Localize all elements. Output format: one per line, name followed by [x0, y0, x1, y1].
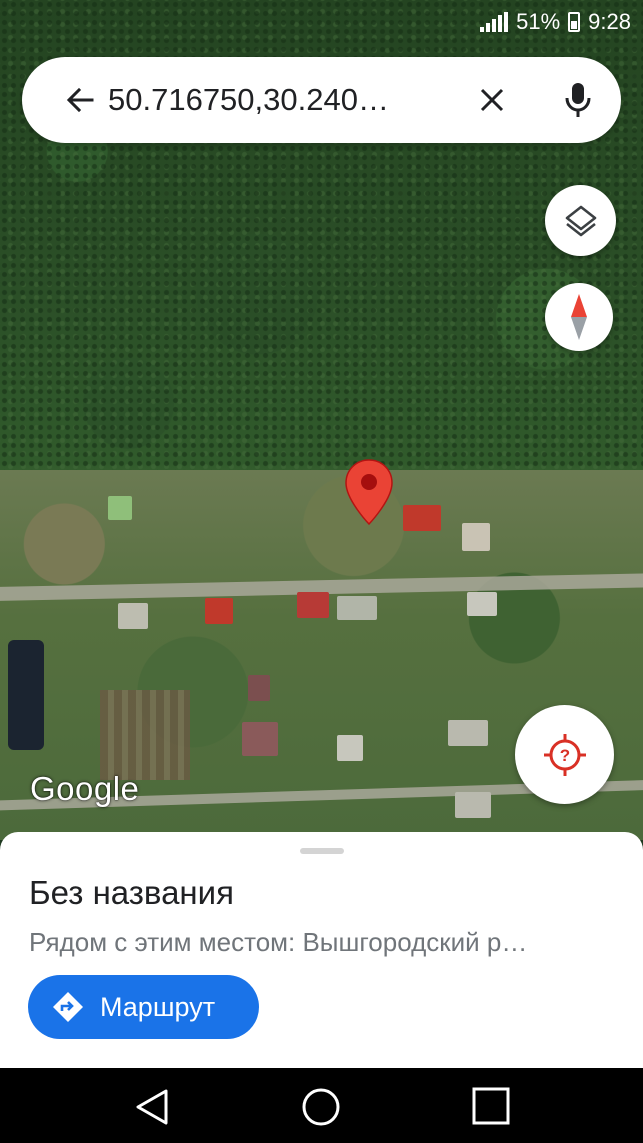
garden-plots — [100, 690, 190, 780]
location-unknown-icon: ? — [543, 733, 586, 776]
search-input[interactable]: 50.716750,30.240… — [108, 78, 438, 122]
signal-icon — [480, 12, 509, 32]
clear-icon[interactable] — [476, 84, 508, 116]
location-marker[interactable] — [344, 458, 394, 526]
house-roof — [205, 598, 233, 624]
house-roof — [337, 735, 363, 761]
status-bar: 51% 9:28 — [0, 0, 643, 44]
place-sheet[interactable]: Без названия Рядом с этим местом: Вышгор… — [0, 832, 643, 1068]
back-arrow-icon[interactable] — [64, 84, 96, 116]
nav-home-icon[interactable] — [300, 1086, 342, 1128]
house-roof — [462, 523, 490, 551]
layers-button[interactable] — [545, 185, 616, 256]
microphone-icon[interactable] — [562, 81, 594, 119]
place-title: Без названия — [29, 874, 234, 911]
nav-recents-icon[interactable] — [472, 1087, 510, 1125]
compass-button[interactable] — [545, 283, 613, 351]
house-roof — [297, 592, 329, 618]
pond — [8, 640, 44, 750]
house-roof — [455, 792, 491, 818]
directions-button[interactable]: Маршрут — [28, 975, 259, 1039]
house-roof — [467, 592, 497, 616]
directions-icon — [53, 992, 83, 1022]
layers-icon — [565, 205, 596, 236]
house-roof — [242, 722, 278, 756]
navigation-bar — [0, 1068, 643, 1143]
house-roof — [108, 496, 132, 520]
my-location-button[interactable]: ? — [515, 705, 614, 804]
house-roof — [337, 596, 377, 620]
search-bar[interactable]: 50.716750,30.240… — [22, 57, 621, 143]
house-roof — [248, 675, 270, 701]
battery-percent: 51% — [516, 9, 561, 34]
house-roof — [403, 505, 441, 531]
drag-handle[interactable] — [300, 848, 344, 854]
google-logo: Google — [30, 770, 140, 807]
battery-icon — [568, 12, 581, 32]
svg-text:?: ? — [559, 746, 569, 765]
compass-icon — [571, 294, 587, 340]
directions-label: Маршрут — [100, 992, 216, 1022]
house-roof — [118, 603, 148, 629]
house-roof — [448, 720, 488, 746]
nav-back-icon[interactable] — [132, 1087, 172, 1127]
clock: 9:28 — [588, 9, 631, 34]
place-subtitle: Рядом с этим местом: Вышгородский р… — [29, 927, 528, 957]
